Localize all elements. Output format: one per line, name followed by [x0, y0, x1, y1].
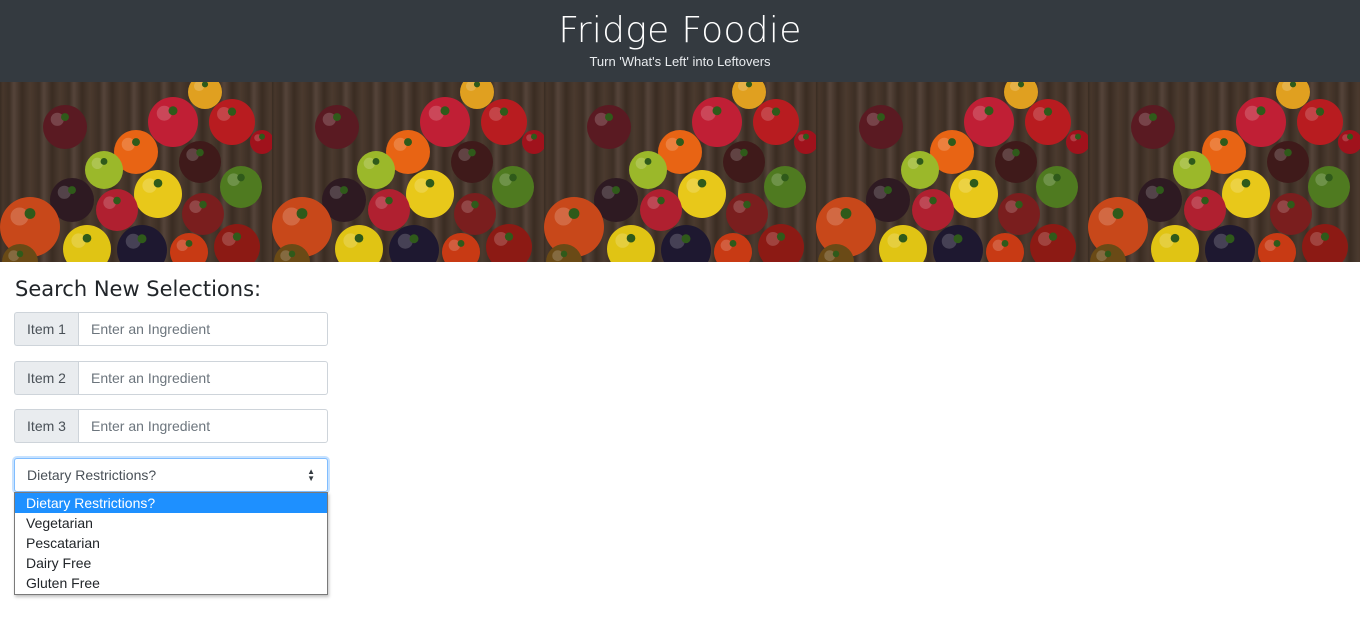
option-dairy-free[interactable]: Dairy Free: [15, 553, 327, 573]
tomatoes-photo-tile: [0, 82, 272, 262]
ingredient-input-group-3: Item 3: [14, 409, 328, 443]
ingredient-3-input[interactable]: [78, 409, 328, 443]
tomatoes-photo-tile: [544, 82, 816, 262]
ingredient-2-input[interactable]: [78, 361, 328, 395]
ingredient-input-group-2: Item 2: [14, 361, 328, 395]
select-updown-icon: ▲ ▼: [307, 467, 315, 483]
search-heading: Search New Selections:: [15, 277, 262, 301]
site-title: Fridge Foodie: [558, 10, 802, 51]
hero-banner-tomatoes-image: [0, 82, 1360, 262]
ingredient-input-group-1: Item 1: [14, 312, 328, 346]
option-gluten-free[interactable]: Gluten Free: [15, 573, 327, 593]
option-pescatarian[interactable]: Pescatarian: [15, 533, 327, 553]
site-header: Fridge Foodie Turn 'What's Left' into Le…: [0, 0, 1360, 82]
dietary-select-value: Dietary Restrictions?: [27, 467, 157, 483]
tomatoes-photo-tile: [1088, 82, 1360, 262]
item-2-label: Item 2: [14, 361, 78, 395]
site-tagline: Turn 'What's Left' into Leftovers: [589, 54, 771, 69]
item-3-label: Item 3: [14, 409, 78, 443]
tomatoes-photo-tile: [272, 82, 544, 262]
option-vegetarian[interactable]: Vegetarian: [15, 513, 327, 533]
dietary-restrictions-select[interactable]: Dietary Restrictions? ▲ ▼: [14, 458, 328, 492]
option-dietary-restrictions[interactable]: Dietary Restrictions?: [15, 493, 327, 513]
dietary-options-list: Dietary Restrictions? Vegetarian Pescata…: [14, 492, 328, 595]
ingredient-1-input[interactable]: [78, 312, 328, 346]
tomatoes-photo-tile: [816, 82, 1088, 262]
item-1-label: Item 1: [14, 312, 78, 346]
